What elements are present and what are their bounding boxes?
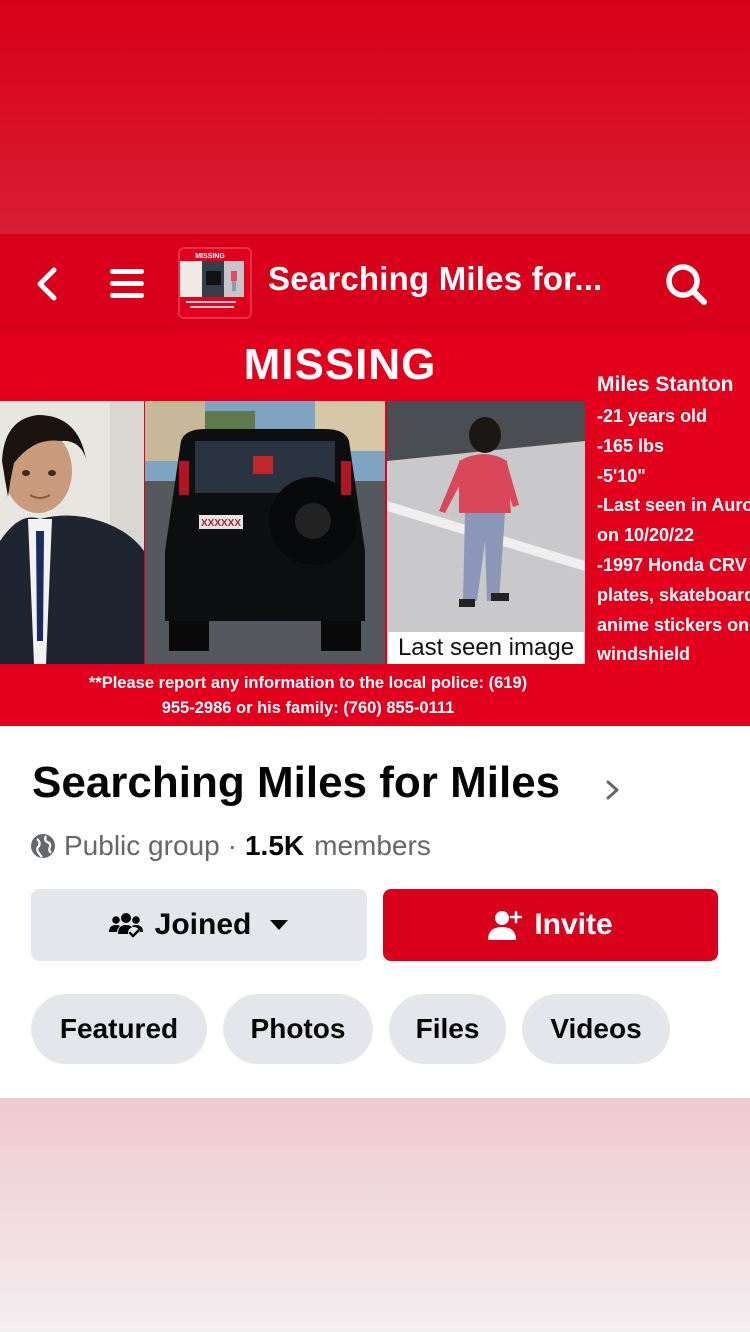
caret-down-icon: [269, 919, 289, 931]
hamburger-icon: [110, 269, 144, 298]
group-navbar: MISSING Searching Miles for...: [0, 234, 750, 334]
search-icon: [666, 264, 707, 305]
group-meta: Public group · 1.5K members: [30, 830, 431, 862]
report-line: 955-2986 or his family: (760) 855-0111: [161, 699, 455, 717]
missing-person-details: Miles Stanton -21 years old -165 lbs -5'…: [597, 370, 750, 670]
group-thumbnail-image: MISSING: [180, 249, 250, 317]
invite-label: Invite: [534, 908, 613, 941]
cover-photo[interactable]: MISSING XXXXXX Last seen image Miles Sta…: [0, 334, 750, 726]
group-info-card: Searching Miles for Miles Public group ·…: [0, 726, 750, 1098]
chevron-right-icon[interactable]: [602, 776, 624, 804]
detail-line: -1997 Honda CRV: [597, 554, 747, 575]
invite-button[interactable]: Invite: [383, 889, 718, 961]
back-button[interactable]: [30, 262, 66, 306]
portrait-photo: [0, 401, 144, 664]
add-person-icon: [488, 910, 523, 940]
menu-button[interactable]: [108, 264, 146, 304]
group-privacy: Public group: [64, 830, 220, 861]
meta-separator: ·: [227, 830, 237, 861]
detail-line: -165 lbs: [597, 435, 665, 456]
vehicle-photo: XXXXXX: [145, 401, 385, 664]
detail-line: on 10/20/22: [597, 525, 695, 546]
members-check-icon: [108, 910, 143, 940]
members-label[interactable]: members: [314, 830, 431, 862]
last-seen-photo: [387, 401, 585, 664]
nav-group-title[interactable]: Searching Miles for...: [268, 260, 603, 298]
search-button[interactable]: [664, 262, 710, 308]
cover-headline: MISSING: [243, 340, 437, 389]
globe-icon: [31, 834, 55, 858]
detail-line: -5'10": [597, 465, 646, 486]
tab-featured[interactable]: Featured: [31, 994, 207, 1064]
detail-line: -Last seen in Aurora: [597, 495, 750, 516]
detail-line: plates, skateboard: [597, 584, 750, 605]
last-seen-caption: Last seen image: [388, 632, 584, 664]
tab-videos[interactable]: Videos: [522, 994, 670, 1064]
tab-files[interactable]: Files: [389, 994, 506, 1064]
top-background: [0, 0, 750, 234]
missing-person-name: Miles Stanton: [597, 373, 734, 396]
license-plate-text: XXXXXX: [201, 518, 241, 529]
tab-photos[interactable]: Photos: [223, 994, 373, 1064]
bottom-background: [0, 1098, 750, 1332]
report-line: **Please report any information to the l…: [88, 674, 528, 692]
detail-line: anime stickers on: [597, 614, 750, 635]
report-notice: **Please report any information to the l…: [0, 671, 616, 721]
joined-label: Joined: [154, 908, 252, 941]
chevron-left-icon: [37, 267, 57, 301]
group-thumbnail[interactable]: MISSING: [178, 247, 252, 319]
member-count[interactable]: 1.5K: [245, 830, 304, 862]
joined-button[interactable]: Joined: [31, 889, 367, 961]
detail-line: -21 years old: [597, 406, 708, 426]
group-name[interactable]: Searching Miles for Miles: [32, 758, 560, 808]
detail-line: windshield: [597, 644, 691, 665]
thumbnail-caption: MISSING: [195, 253, 225, 260]
